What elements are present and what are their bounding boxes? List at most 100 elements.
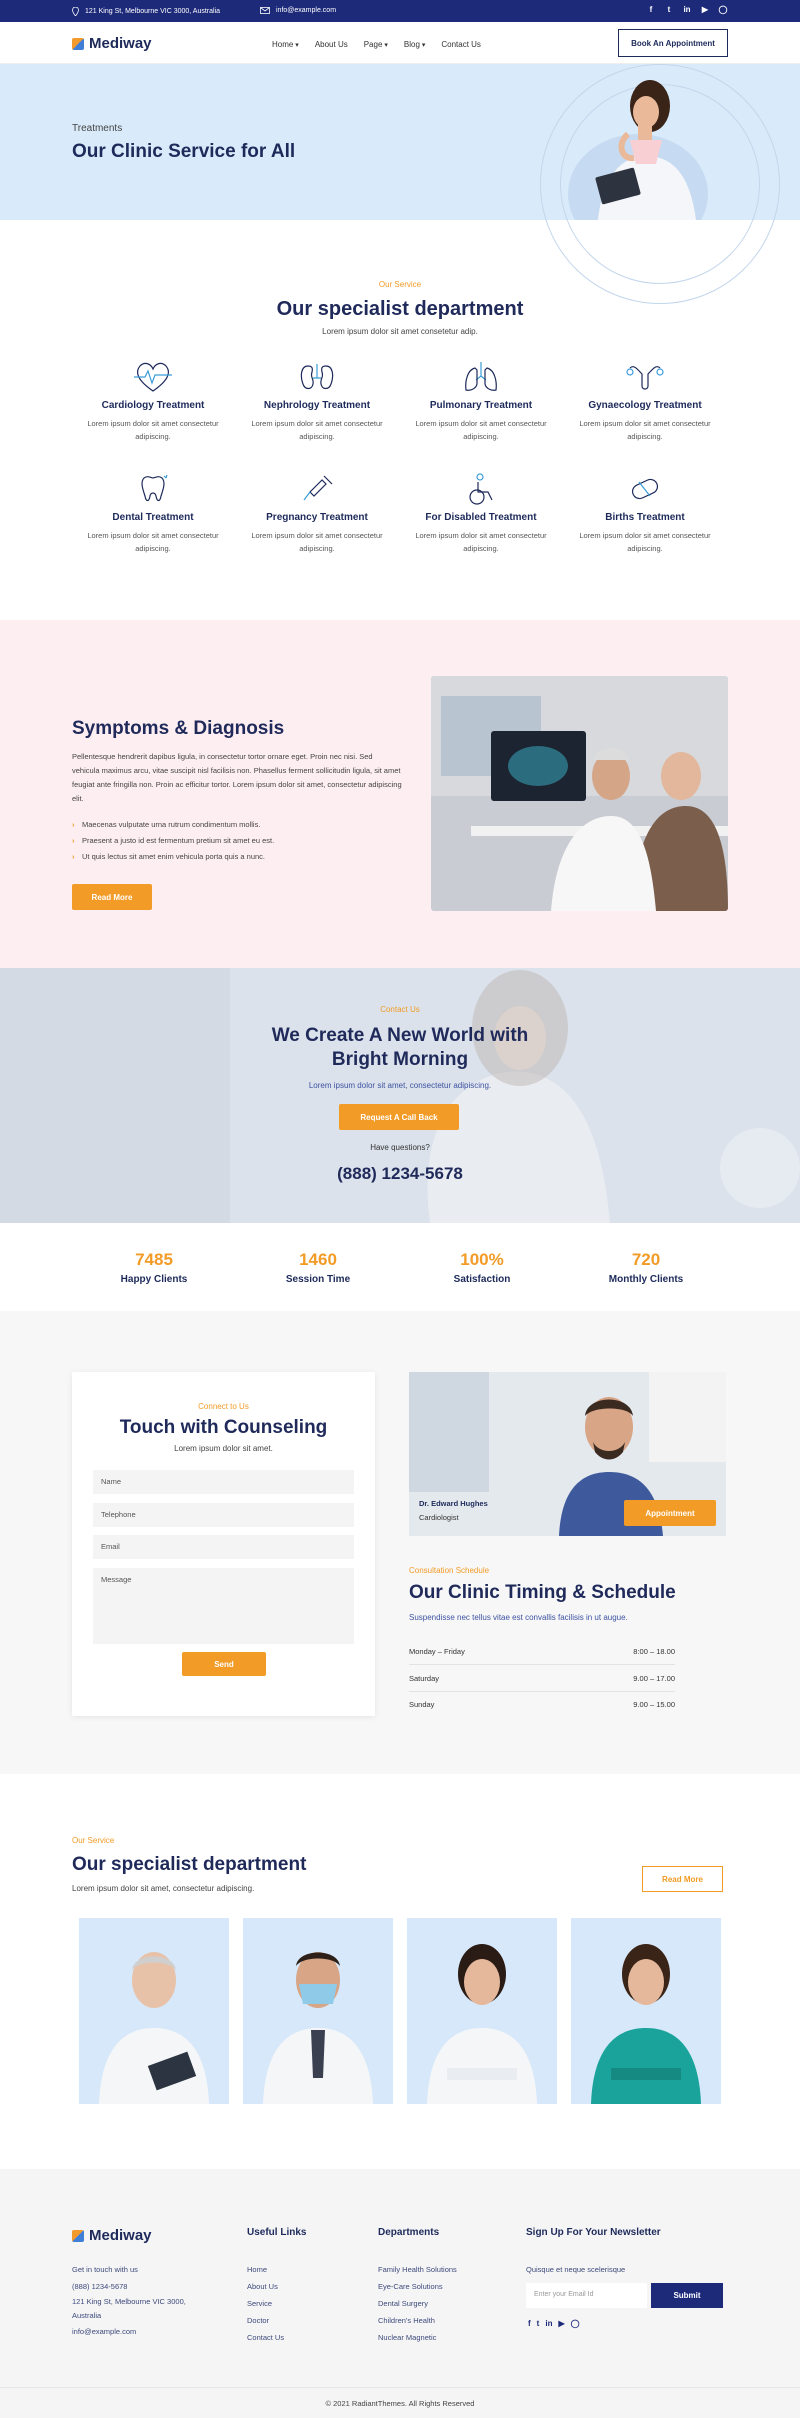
twitter-icon[interactable]: t — [664, 5, 674, 15]
footer-link[interactable]: Family Health Solutions — [378, 2261, 457, 2278]
page: 121 King St, Melbourne VIC 3000, Austral… — [0, 0, 800, 2418]
footer-link[interactable]: Service — [247, 2295, 284, 2312]
doctor-name: Dr. Edward Hughes — [419, 1499, 488, 1508]
schedule-time: 9.00 – 17.00 — [633, 1674, 675, 1683]
service-card[interactable]: Cardiology Treatment Lorem ipsum dolor s… — [78, 360, 228, 443]
symptoms-section: Symptoms & Diagnosis Pellentesque hendre… — [0, 620, 800, 968]
footer-link[interactable]: Eye-Care Solutions — [378, 2278, 457, 2295]
nav-about[interactable]: About Us — [315, 40, 348, 49]
departments-title: Departments — [378, 2227, 440, 2238]
hero-doctor-image — [568, 80, 708, 220]
logo-mark-icon — [72, 37, 84, 50]
youtube-icon[interactable]: ▶ — [558, 2319, 564, 2328]
top-email-text: info@example.com — [276, 7, 337, 14]
nav-page[interactable]: Page — [364, 40, 388, 49]
doctor-role: Cardiologist — [419, 1513, 459, 1522]
department-links: Family Health Solutions Eye-Care Solutio… — [378, 2261, 457, 2346]
service-desc: Lorem ipsum dolor sit amet consectetur a… — [87, 531, 219, 553]
doctor-card[interactable] — [243, 1918, 393, 2104]
cta-subtitle: Lorem ipsum dolor sit amet, consectetur … — [308, 1081, 492, 1090]
schedule-day: Sunday — [409, 1700, 435, 1709]
doctor-photo — [263, 1952, 373, 2104]
top-bar: 121 King St, Melbourne VIC 3000, Austral… — [0, 0, 800, 22]
nav-contact[interactable]: Contact Us — [441, 40, 481, 49]
logo[interactable]: Mediway — [72, 35, 152, 52]
cta-phone[interactable]: (888) 1234-5678 — [0, 1164, 800, 1184]
service-title: Pregnancy Treatment — [266, 512, 368, 523]
service-card[interactable]: Pulmonary Treatment Lorem ipsum dolor si… — [406, 360, 556, 443]
service-desc: Lorem ipsum dolor sit amet consectetur a… — [579, 419, 711, 441]
nav-blog[interactable]: Blog — [404, 40, 425, 49]
tooth-icon — [141, 474, 168, 502]
read-more-button[interactable]: Read More — [72, 884, 152, 910]
pill-icon — [631, 478, 659, 500]
footer-link[interactable]: Nuclear Magnetic — [378, 2329, 457, 2346]
service-title: Dental Treatment — [112, 512, 194, 523]
list-item: Maecenas vulputate urna rutrum condiment… — [72, 820, 274, 829]
footer-phone[interactable]: (888) 1234-5678 — [72, 2278, 212, 2295]
footer-link[interactable]: Doctor — [247, 2312, 284, 2329]
stat-label: Satisfaction — [453, 1274, 511, 1285]
doctor-card[interactable] — [571, 1918, 721, 2104]
name-field[interactable]: Name — [93, 1470, 354, 1494]
doctor-card[interactable] — [79, 1918, 229, 2104]
service-desc: Lorem ipsum dolor sit amet consectetur a… — [415, 531, 547, 553]
service-card[interactable]: Dental Treatment Lorem ipsum dolor sit a… — [78, 472, 228, 555]
schedule-row: Saturday 9.00 – 17.00 — [409, 1666, 675, 1692]
linkedin-icon[interactable]: in — [682, 5, 692, 15]
service-card[interactable]: Pregnancy Treatment Lorem ipsum dolor si… — [242, 472, 392, 555]
symptoms-title: Symptoms & Diagnosis — [72, 718, 285, 739]
footer-link[interactable]: Dental Surgery — [378, 2295, 457, 2312]
footer-divider — [0, 2387, 800, 2388]
doctor-card[interactable] — [407, 1918, 557, 2104]
telephone-field[interactable]: Telephone — [93, 1503, 354, 1527]
send-button[interactable]: Send — [182, 1652, 266, 1676]
footer-link[interactable]: Contact Us — [247, 2329, 284, 2346]
footer-link[interactable]: Children's Health — [378, 2312, 457, 2329]
newsletter-email-input[interactable]: Enter your Email Id — [526, 2283, 647, 2308]
footer-link[interactable]: About Us — [247, 2278, 284, 2295]
footer-logo-text: Mediway — [89, 2227, 152, 2244]
contact-form-card: Connect to Us Touch with Counseling Lore… — [72, 1372, 375, 1716]
appointment-button[interactable]: Appointment — [624, 1500, 716, 1526]
uterus-icon — [626, 366, 664, 390]
team-read-more-button[interactable]: Read More — [642, 1866, 723, 1892]
nav-home[interactable]: Home — [272, 40, 299, 49]
doctor-photo — [99, 1952, 209, 2104]
newsletter-submit-button[interactable]: Submit — [651, 2283, 723, 2308]
heart-icon — [134, 362, 172, 392]
symptoms-list: Maecenas vulputate urna rutrum condiment… — [72, 820, 274, 868]
stats-section: 7485 Happy Clients 1460 Session Time 100… — [0, 1223, 800, 1311]
stat-value: 7485 — [135, 1250, 173, 1269]
facebook-icon[interactable]: f — [646, 5, 656, 15]
cta-title: We Create A New World with Bright Mornin… — [271, 1025, 529, 1070]
service-card[interactable]: Births Treatment Lorem ipsum dolor sit a… — [570, 472, 720, 555]
footer-logo[interactable]: Mediway — [72, 2227, 152, 2244]
youtube-icon[interactable]: ▶ — [700, 5, 710, 15]
footer-email[interactable]: info@example.com — [72, 2323, 212, 2340]
service-card[interactable]: For Disabled Treatment Lorem ipsum dolor… — [406, 472, 556, 555]
lungs-icon — [465, 362, 497, 391]
service-title: For Disabled Treatment — [425, 512, 537, 523]
service-card[interactable]: Nephrology Treatment Lorem ipsum dolor s… — [242, 360, 392, 443]
book-appointment-button[interactable]: Book An Appointment — [618, 29, 728, 57]
facebook-icon[interactable]: f — [528, 2319, 531, 2328]
top-email[interactable]: info@example.com — [260, 7, 336, 14]
team-eyebrow: Our Service — [72, 1836, 115, 1845]
team-subtitle: Lorem ipsum dolor sit amet, consectetur … — [72, 1884, 255, 1893]
instagram-icon[interactable]: ◯ — [571, 2319, 580, 2328]
linkedin-icon[interactable]: in — [545, 2319, 552, 2328]
footer-contact: Get in touch with us (888) 1234-5678 121… — [72, 2261, 212, 2340]
counseling-section: Connect to Us Touch with Counseling Lore… — [0, 1311, 800, 1774]
stat-value: 1460 — [299, 1250, 337, 1269]
email-field[interactable]: Email — [93, 1535, 354, 1559]
service-card[interactable]: Gynaecology Treatment Lorem ipsum dolor … — [570, 360, 720, 443]
twitter-icon[interactable]: t — [537, 2319, 540, 2328]
kidney-icon — [300, 364, 334, 390]
instagram-icon[interactable]: ◯ — [718, 5, 728, 15]
service-title: Gynaecology Treatment — [588, 400, 702, 411]
request-call-back-button[interactable]: Request A Call Back — [339, 1104, 459, 1130]
message-field[interactable]: Message — [93, 1568, 354, 1644]
footer-link[interactable]: Home — [247, 2261, 284, 2278]
schedule-day: Monday – Friday — [409, 1647, 465, 1656]
